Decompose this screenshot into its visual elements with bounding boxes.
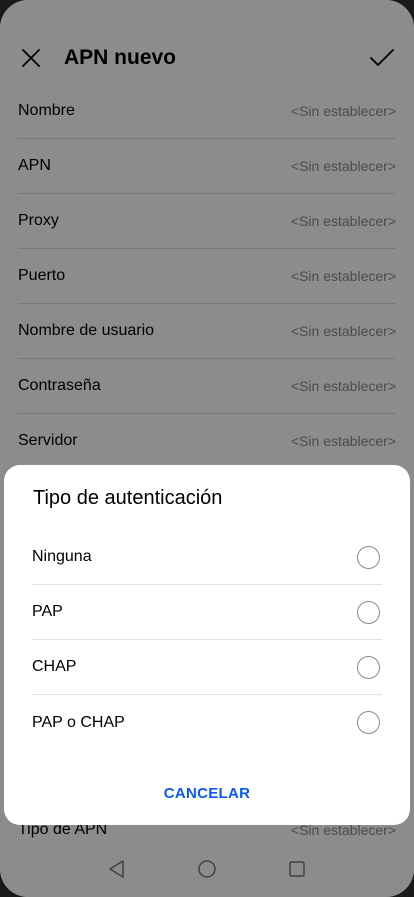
radio-button[interactable]: [357, 711, 380, 734]
option-ninguna[interactable]: Ninguna: [32, 530, 382, 585]
option-pap[interactable]: PAP: [32, 585, 382, 640]
option-label: PAP o CHAP: [32, 713, 125, 731]
option-label: Ninguna: [32, 548, 92, 565]
option-label: PAP: [32, 603, 63, 620]
radio-button[interactable]: [357, 545, 380, 569]
option-pap-o-chap[interactable]: PAP o CHAP: [32, 695, 382, 750]
radio-button[interactable]: [357, 600, 380, 624]
auth-type-dialog: Tipo de autenticación Ninguna PAP CHAP P…: [4, 465, 410, 825]
option-chap[interactable]: CHAP: [32, 640, 382, 695]
phone-screen: 100 % 10:00 APN nuevo Nombre <Sin establ…: [0, 0, 414, 897]
radio-button[interactable]: [357, 655, 380, 679]
dialog-title: Tipo de autenticación: [33, 487, 223, 509]
auth-options-list: Ninguna PAP CHAP PAP o CHAP: [32, 530, 382, 750]
option-label: CHAP: [32, 658, 77, 675]
cancel-button[interactable]: CANCELAR: [4, 775, 410, 811]
